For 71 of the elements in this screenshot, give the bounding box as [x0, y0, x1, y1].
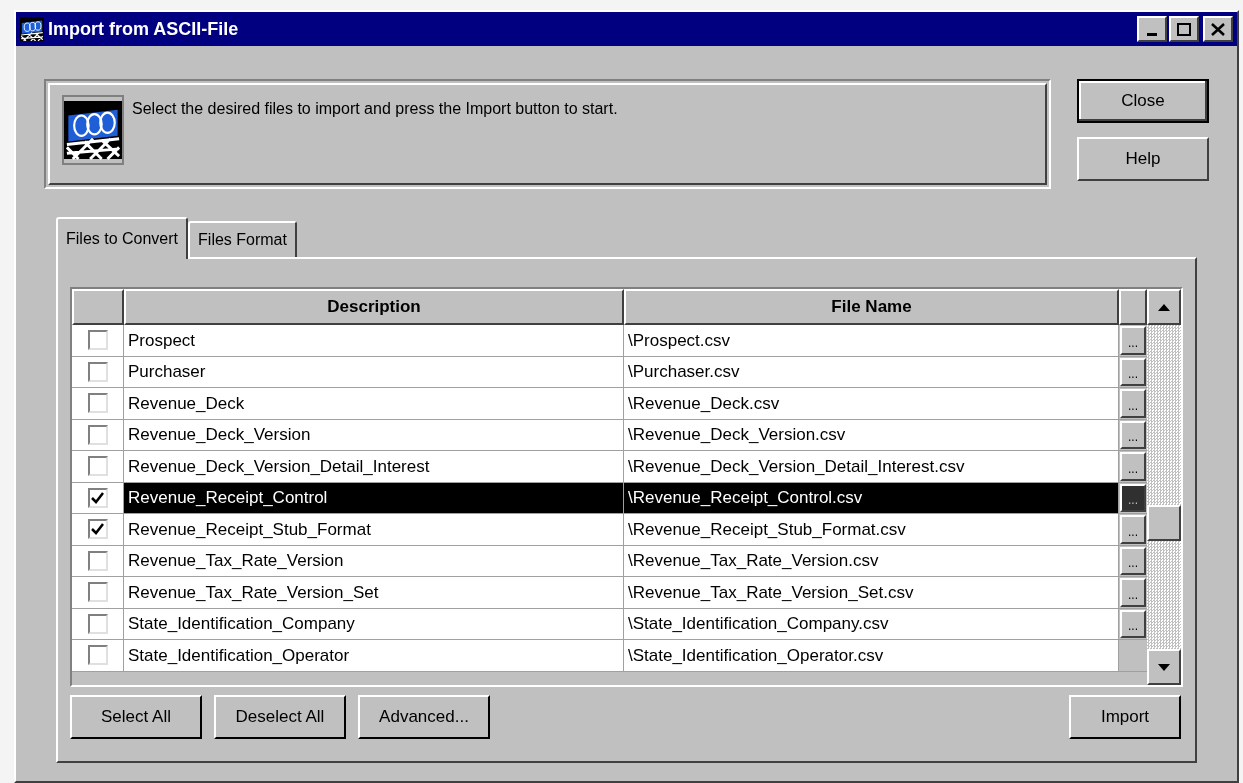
minimize-button[interactable] — [1137, 16, 1167, 42]
browse-button[interactable]: ... — [1120, 326, 1146, 355]
info-message: Select the desired files to import and press the Import button to start. — [132, 99, 618, 119]
browse-button[interactable]: ... — [1120, 578, 1146, 607]
table-cell: Prospect — [124, 325, 624, 356]
scroll-down-icon[interactable] — [1158, 663, 1170, 671]
maximize-button[interactable] — [1169, 16, 1199, 42]
table-cell: Revenue_Tax_Rate_Version_Set — [124, 577, 624, 608]
minimize-icon — [1147, 33, 1157, 36]
table-row[interactable]: Prospect \Prospect.csv ... — [72, 325, 1147, 357]
table-row[interactable]: Revenue_Deck \Revenue_Deck.csv ... — [72, 388, 1147, 420]
table-cell: Revenue_Receipt_Stub_Format — [124, 514, 624, 545]
table-row[interactable]: Purchaser \Purchaser.csv ... — [72, 356, 1147, 388]
column-header[interactable]: File Name — [624, 289, 1119, 325]
browse-button[interactable]: ... — [1120, 389, 1146, 418]
table-cell: Revenue_Deck_Version_Detail_Interest — [124, 451, 624, 482]
table-row[interactable]: Revenue_Receipt_Stub_Format \Revenue_Receipt_Stub_Format.csv ... — [72, 514, 1147, 546]
table-row[interactable]: Revenue_Tax_Rate_Version \Revenue_Tax_Rate_Version.csv ... — [72, 545, 1147, 577]
column-header[interactable]: Description — [124, 289, 624, 325]
checkbox[interactable] — [87, 487, 108, 508]
table-cell: Revenue_Deck_Version — [124, 419, 624, 450]
browse-button[interactable]: ... — [1120, 452, 1146, 481]
checkbox[interactable] — [87, 645, 108, 666]
table-row[interactable]: Revenue_Deck_Version \Revenue_Deck_Version.csv ... — [72, 419, 1147, 451]
checkbox[interactable] — [87, 550, 108, 571]
table-cell: Revenue_Tax_Rate_Version — [124, 545, 624, 576]
checkbox[interactable] — [87, 361, 108, 382]
scrollbar[interactable] — [1147, 289, 1181, 685]
browse-button[interactable]: ... — [1120, 357, 1146, 386]
table-row[interactable]: Revenue_Deck_Version_Detail_Interest \Revenue_Deck_Version_Detail_Interest.csv ... — [72, 451, 1147, 483]
dialog-button[interactable]: Help — [1077, 137, 1209, 181]
action-button[interactable]: Select All — [70, 695, 202, 739]
logo-icon — [62, 95, 124, 165]
import-button[interactable]: Import — [1069, 695, 1181, 739]
checkbox[interactable] — [87, 519, 108, 540]
tab[interactable]: Files Format — [188, 221, 297, 257]
table-row[interactable]: State_Identification_Operator \State_Identification_Operator.csv — [72, 640, 1147, 672]
table-row[interactable]: Revenue_Tax_Rate_Version_Set \Revenue_Tax_Rate_Version_Set.csv ... — [72, 577, 1147, 609]
browse-button[interactable]: ... — [1120, 609, 1146, 638]
checkbox[interactable] — [87, 424, 108, 445]
window-title: Import from ASCII-File — [48, 17, 239, 41]
close-button[interactable] — [1203, 16, 1233, 42]
table-row[interactable]: Revenue_Receipt_Control \Revenue_Receipt_Control.csv ... — [72, 482, 1147, 514]
tab[interactable]: Files to Convert — [56, 217, 189, 259]
header-cell — [72, 289, 124, 325]
table-cell: Purchaser — [124, 356, 624, 387]
scroll-thumb[interactable] — [1147, 505, 1181, 541]
browse-button[interactable]: ... — [1120, 515, 1146, 544]
table-cell: State_Identification_Company — [124, 608, 624, 639]
table-cell: Revenue_Receipt_Control — [124, 482, 624, 513]
browse-button[interactable]: ... — [1120, 420, 1146, 449]
browse-button[interactable]: ... — [1120, 546, 1146, 575]
checkbox[interactable] — [87, 393, 108, 414]
browse-button[interactable]: ... — [1120, 483, 1146, 512]
table-cell: Revenue_Deck — [124, 388, 624, 419]
action-button[interactable]: Advanced... — [358, 695, 490, 739]
table-cell: State_Identification_Operator — [124, 640, 624, 671]
checkbox[interactable] — [87, 330, 108, 351]
close-icon — [1211, 22, 1225, 36]
header-cell — [1119, 289, 1147, 325]
app-icon — [20, 17, 44, 41]
maximize-icon — [1177, 22, 1191, 36]
check-icon — [91, 491, 104, 504]
action-button[interactable]: Deselect All — [214, 695, 346, 739]
checkbox[interactable] — [87, 456, 108, 477]
table-row[interactable]: State_Identification_Company \State_Identification_Company.csv ... — [72, 608, 1147, 640]
dialog-button[interactable]: Close — [1077, 79, 1209, 123]
scroll-up-icon[interactable] — [1158, 303, 1170, 311]
checkbox[interactable] — [87, 582, 108, 603]
check-icon — [91, 523, 104, 536]
checkbox[interactable] — [87, 613, 108, 634]
